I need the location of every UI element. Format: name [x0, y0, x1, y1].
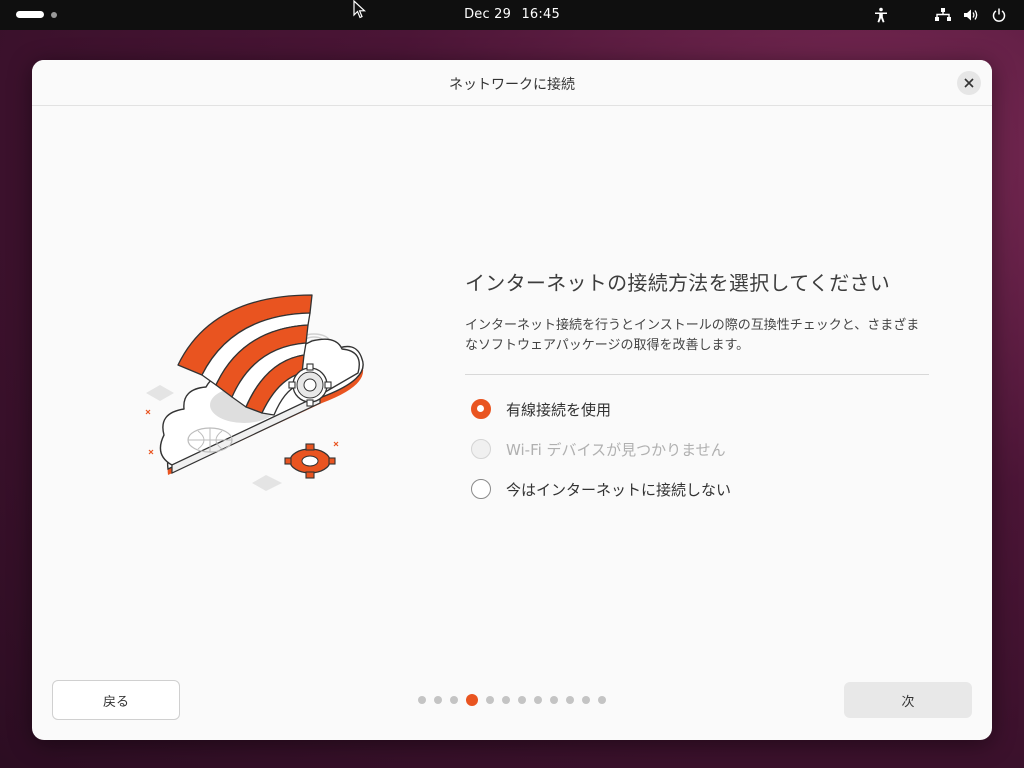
option-wired-label: 有線接続を使用 — [506, 400, 612, 419]
page-dot-active — [466, 694, 478, 706]
page-dot — [434, 696, 442, 704]
radio-wifi — [471, 439, 491, 459]
power-icon[interactable] — [990, 7, 1008, 23]
dialog-title: ネットワークに接続 — [449, 77, 575, 93]
page-dot — [534, 696, 542, 704]
clock-time: 16:45 — [521, 7, 560, 22]
page-dot — [418, 696, 426, 704]
installer-dialog: ネットワークに接続 インターネットの接続方法を選択してください インターネット接… — [32, 60, 992, 740]
close-button[interactable] — [957, 71, 981, 95]
network-icon[interactable] — [934, 7, 952, 23]
option-wifi-label: Wi-Fi デバイスが見つかりません — [506, 440, 726, 459]
mouse-cursor-icon — [353, 0, 367, 19]
radio-offline[interactable] — [471, 479, 491, 499]
content-panel: インターネットの接続方法を選択してください インターネット接続を行うとインストー… — [465, 267, 929, 517]
accessibility-icon[interactable] — [872, 7, 890, 23]
network-illustration — [145, 294, 364, 491]
system-tray[interactable] — [872, 7, 1008, 23]
radio-wired[interactable] — [471, 399, 491, 419]
volume-icon[interactable] — [962, 7, 980, 23]
connection-options: 有線接続を使用 Wi-Fi デバイスが見つかりません 今はインターネットに接続し… — [465, 397, 929, 501]
page-dot — [598, 696, 606, 704]
page-dot — [518, 696, 526, 704]
clock[interactable]: Dec 29 16:45 — [0, 7, 1024, 22]
option-offline-label: 今はインターネットに接続しない — [506, 480, 732, 499]
page-dot — [550, 696, 558, 704]
page-indicator — [418, 694, 606, 706]
option-wired[interactable]: 有線接続を使用 — [471, 397, 929, 421]
page-dot — [566, 696, 574, 704]
close-icon — [964, 78, 974, 88]
divider — [465, 374, 929, 375]
clock-date: Dec 29 — [464, 7, 512, 22]
page-dot — [450, 696, 458, 704]
next-button[interactable]: 次 — [844, 682, 972, 718]
option-wifi: Wi-Fi デバイスが見つかりません — [471, 437, 929, 461]
top-bar: Dec 29 16:45 — [0, 0, 1024, 30]
option-offline[interactable]: 今はインターネットに接続しない — [471, 477, 929, 501]
page-dot — [486, 696, 494, 704]
page-description: インターネット接続を行うとインストールの際の互換性チェックと、さまざまなソフトウ… — [465, 318, 920, 353]
back-button[interactable]: 戻る — [52, 680, 180, 720]
page-dot — [502, 696, 510, 704]
page-dot — [582, 696, 590, 704]
dialog-header: ネットワークに接続 — [32, 60, 992, 106]
page-heading: インターネットの接続方法を選択してください — [465, 271, 891, 295]
